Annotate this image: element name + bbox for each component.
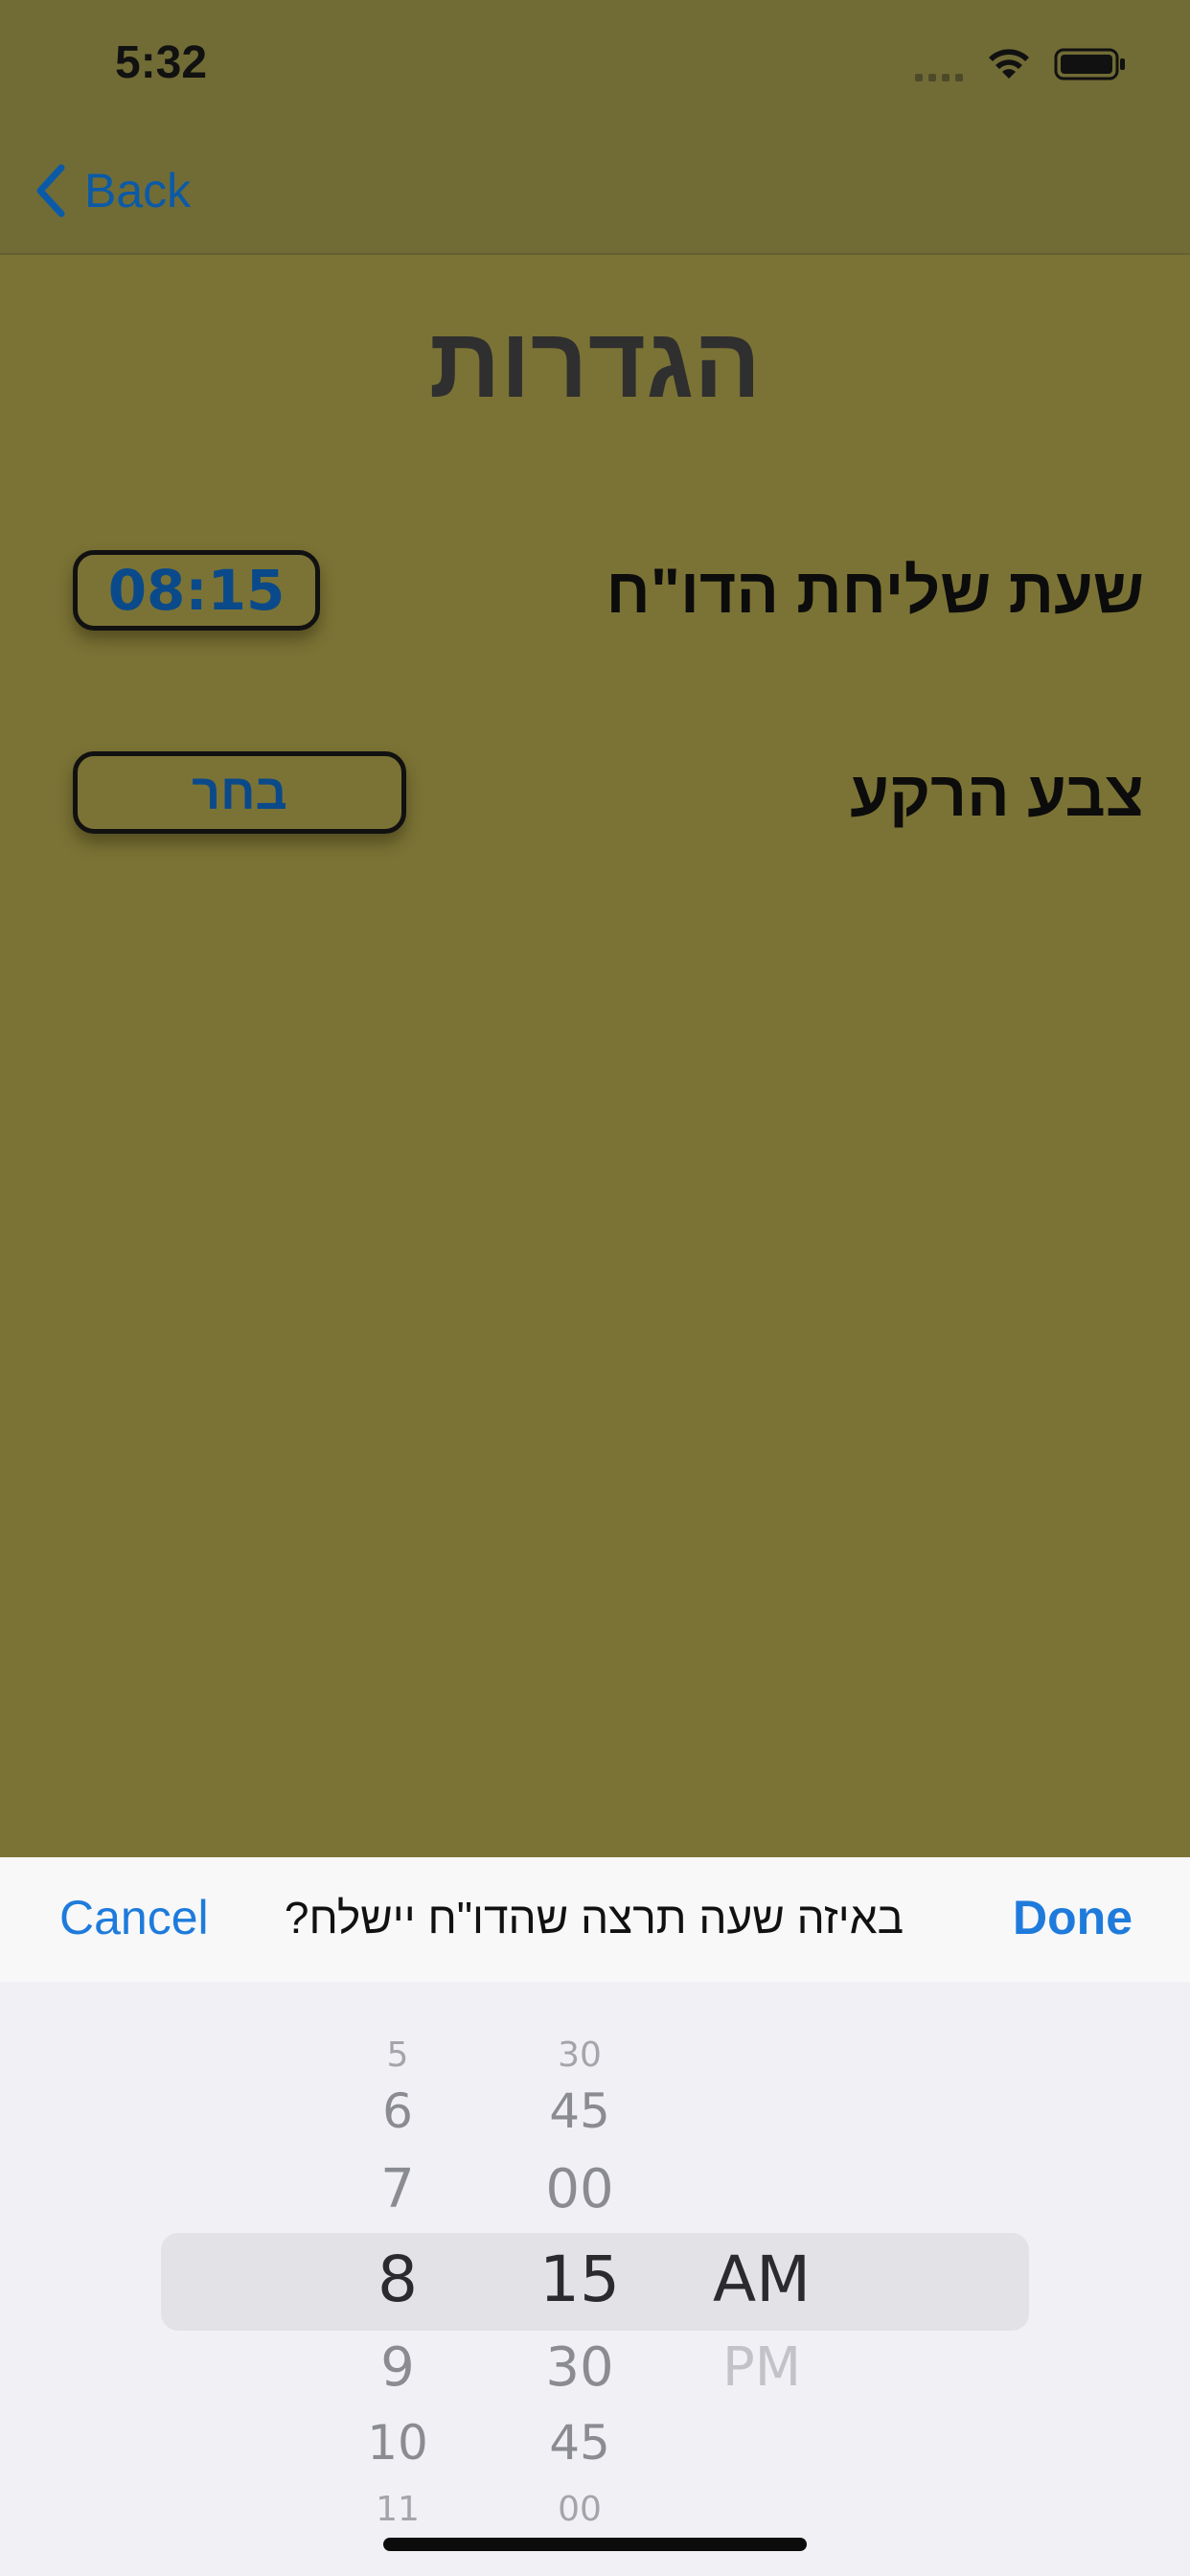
hour-option[interactable]: 6 — [335, 2083, 460, 2139]
hour-option[interactable]: 10 — [335, 2415, 460, 2471]
home-indicator — [383, 2538, 807, 2551]
minute-option-selected[interactable]: 15 — [522, 2242, 637, 2316]
period-wheel[interactable]: AM PM — [690, 1982, 834, 2576]
page-title: הגדרות — [428, 308, 762, 419]
navigation-bar: Back — [0, 134, 1190, 255]
minute-option[interactable]: 30 — [522, 2036, 637, 2075]
background-color-label: צבע הרקע — [850, 758, 1144, 829]
battery-icon — [1054, 48, 1125, 80]
period-option[interactable]: PM — [690, 2336, 834, 2399]
picker-title: באיזה שעה תרצה שהדו"ח יישלח? — [284, 1893, 904, 1943]
period-option-selected[interactable]: AM — [690, 2242, 834, 2316]
minute-wheel[interactable]: 30 45 00 15 30 45 00 — [522, 1982, 637, 2576]
hour-option[interactable]: 11 — [335, 2490, 460, 2529]
back-button[interactable]: Back — [33, 157, 191, 224]
hour-option-selected[interactable]: 8 — [335, 2242, 460, 2316]
back-label: Back — [84, 164, 192, 218]
minute-option[interactable]: 00 — [522, 2158, 637, 2220]
minute-option[interactable]: 45 — [522, 2415, 637, 2471]
picker-toolbar: Cancel באיזה שעה תרצה שהדו"ח יישלח? Done — [0, 1857, 1190, 1983]
hour-option[interactable]: 9 — [335, 2336, 460, 2399]
status-time: 5:32 — [115, 37, 208, 88]
time-picker: 5 6 7 8 9 10 11 30 45 00 15 30 45 00 AM … — [0, 1982, 1190, 2576]
status-bar: 5:32 — [0, 0, 1190, 134]
choose-color-button[interactable]: בחר — [73, 751, 406, 834]
chevron-left-icon — [36, 164, 65, 218]
minute-option[interactable]: 30 — [522, 2336, 637, 2399]
report-time-button[interactable]: 08:15 — [73, 550, 320, 631]
report-time-label: שעת שליחת הדו"ח — [606, 555, 1144, 626]
hour-wheel[interactable]: 5 6 7 8 9 10 11 — [335, 1982, 460, 2576]
cellular-signal-icon — [915, 69, 971, 81]
minute-option[interactable]: 00 — [522, 2490, 637, 2529]
hour-option[interactable]: 5 — [335, 2036, 460, 2075]
minute-option[interactable]: 45 — [522, 2083, 637, 2139]
done-button[interactable]: Done — [1013, 1890, 1133, 1945]
hour-option[interactable]: 7 — [335, 2158, 460, 2220]
cancel-button[interactable]: Cancel — [59, 1890, 209, 1945]
wifi-icon — [989, 49, 1029, 79]
